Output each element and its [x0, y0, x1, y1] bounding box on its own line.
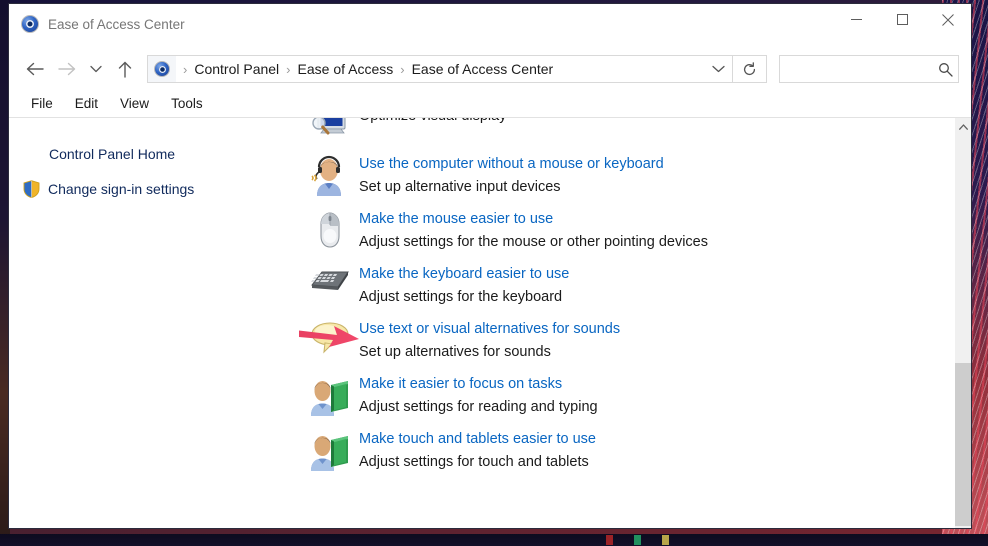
breadcrumb-separator-1: › — [286, 61, 291, 77]
list-item-link[interactable]: Make the mouse easier to use — [359, 208, 971, 230]
close-button[interactable] — [925, 4, 971, 35]
minimize-button[interactable] — [833, 4, 879, 35]
menu-item-file[interactable]: File — [21, 94, 63, 113]
list-item-description: Adjust settings for the mouse or other p… — [359, 234, 708, 250]
search-input[interactable] — [780, 61, 932, 77]
shield-icon — [23, 180, 40, 198]
list-item-description: Set up alternatives for sounds — [359, 344, 551, 360]
refresh-icon[interactable] — [733, 55, 767, 83]
window-controls — [833, 4, 971, 35]
list-item-link[interactable]: Make it easier to focus on tasks — [359, 373, 971, 395]
menu-item-edit[interactable]: Edit — [65, 94, 108, 113]
taskbar-icons — [200, 535, 900, 545]
scrollbar-thumb[interactable] — [955, 363, 971, 526]
menu-item-tools[interactable]: Tools — [161, 94, 213, 113]
breadcrumb-separator-0: › — [183, 61, 188, 77]
menu-item-view[interactable]: View — [110, 94, 159, 113]
list-item-link[interactable]: Make the keyboard easier to use — [359, 263, 971, 285]
ease-of-access-center-window: Ease of Access Center › Control Panel › … — [8, 3, 972, 529]
window-title: Ease of Access Center — [48, 16, 185, 32]
list-item-link[interactable]: Use text or visual alternatives for soun… — [359, 318, 971, 340]
list-item-text: Use the computer without a mouse or keyb… — [359, 153, 971, 199]
person-headset-icon — [301, 153, 359, 199]
address-bar-row: › Control Panel › Ease of Access › Ease … — [9, 49, 971, 89]
list-item[interactable]: Make it easier to focus on tasks Adjust … — [299, 373, 971, 419]
breadcrumb-item-ease-of-access[interactable]: Ease of Access — [298, 61, 394, 77]
control-panel-icon — [21, 15, 39, 33]
sidebar-item-control-panel-home[interactable]: Control Panel Home — [9, 142, 299, 166]
list-item[interactable]: Make the keyboard easier to use Adjust s… — [299, 263, 971, 309]
settings-list: Optimize visual display — [299, 118, 971, 474]
list-item[interactable]: Make the mouse easier to use Adjust sett… — [299, 208, 971, 347]
sidebar-item-label: Control Panel Home — [49, 146, 176, 162]
breadcrumb-chevron-down-icon[interactable] — [704, 65, 732, 73]
list-item-text: Optimize visual display — [359, 118, 971, 144]
breadcrumb-item-ease-of-access-center[interactable]: Ease of Access Center — [412, 61, 554, 77]
speech-bubble-icon — [301, 318, 359, 364]
person-book-icon — [301, 373, 359, 419]
list-item[interactable]: Use text or visual alternatives for soun… — [299, 318, 971, 364]
title-bar-left: Ease of Access Center — [9, 4, 185, 33]
monitor-magnifier-icon — [301, 118, 359, 144]
list-item-text: Make it easier to focus on tasks Adjust … — [359, 373, 971, 419]
list-item-description: Adjust settings for the keyboard — [359, 289, 563, 305]
menu-bar: File Edit View Tools — [9, 89, 971, 118]
vertical-scrollbar[interactable] — [954, 118, 971, 528]
list-item[interactable]: Optimize visual display — [299, 118, 971, 144]
maximize-button[interactable] — [879, 4, 925, 35]
back-arrow-icon[interactable] — [19, 54, 51, 84]
list-item-description: Adjust settings for touch and tablets — [359, 454, 589, 470]
search-box[interactable] — [779, 55, 959, 83]
list-item-text: Make the keyboard easier to use Adjust s… — [359, 263, 971, 309]
sidebar: Control Panel Home Change sign-in settin… — [9, 118, 299, 528]
mouse-icon — [299, 208, 359, 347]
up-arrow-icon[interactable] — [109, 54, 141, 84]
person-book-icon — [301, 428, 359, 474]
content-pane: Optimize visual display — [299, 118, 971, 528]
window-body: Control Panel Home Change sign-in settin… — [9, 118, 971, 528]
sidebar-item-change-sign-in-settings[interactable]: Change sign-in settings — [9, 166, 299, 202]
control-panel-small-icon — [154, 61, 170, 77]
list-item-link[interactable]: Make touch and tablets easier to use — [359, 428, 971, 450]
scroll-up-icon[interactable] — [955, 118, 971, 135]
recent-locations-chevron-down-icon[interactable] — [83, 54, 109, 84]
list-item-description: Set up alternative input devices — [359, 179, 561, 195]
list-item-text: Use text or visual alternatives for soun… — [359, 318, 971, 364]
list-item-description: Optimize visual display — [359, 118, 971, 128]
list-item-text: Make touch and tablets easier to use Adj… — [359, 428, 971, 474]
list-item[interactable]: Use the computer without a mouse or keyb… — [299, 153, 971, 199]
list-item-description: Adjust settings for reading and typing — [359, 399, 598, 415]
list-item-text: Make the mouse easier to use Adjust sett… — [359, 208, 971, 254]
keyboard-icon — [301, 263, 359, 309]
breadcrumb-item-control-panel[interactable]: Control Panel — [194, 61, 279, 77]
search-icon[interactable] — [932, 62, 958, 77]
scrollbar-track[interactable] — [955, 135, 971, 526]
list-item-link[interactable]: Use the computer without a mouse or keyb… — [359, 153, 971, 175]
title-bar[interactable]: Ease of Access Center — [9, 4, 971, 49]
breadcrumb-separator-2: › — [400, 61, 405, 77]
breadcrumb-root-icon[interactable] — [148, 56, 176, 82]
list-item[interactable]: Make touch and tablets easier to use Adj… — [299, 428, 971, 474]
sidebar-item-label: Change sign-in settings — [48, 181, 195, 197]
forward-arrow-icon[interactable] — [51, 54, 83, 84]
breadcrumb[interactable]: › Control Panel › Ease of Access › Ease … — [147, 55, 733, 83]
taskbar[interactable] — [0, 534, 988, 546]
